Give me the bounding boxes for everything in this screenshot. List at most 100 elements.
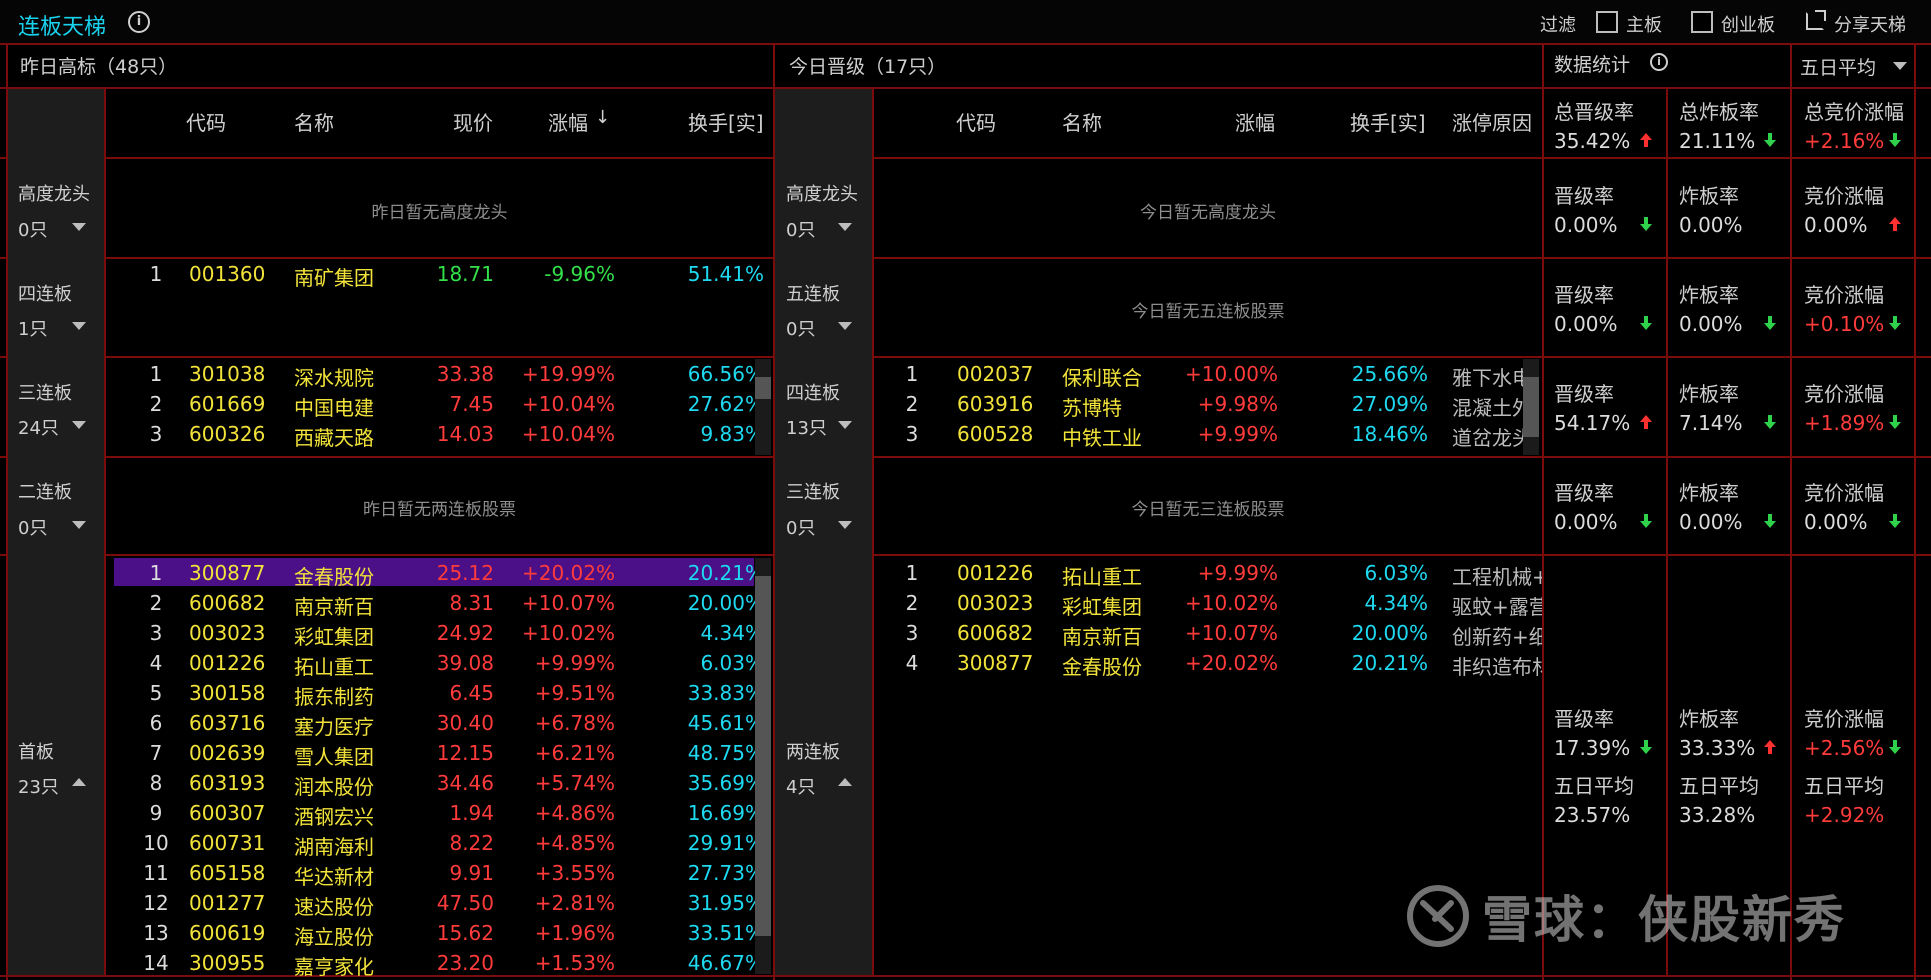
stock-name[interactable]: 苏博特 [1062, 392, 1122, 421]
period-select[interactable]: 五日平均 [1800, 53, 1876, 80]
stock-name[interactable]: 酒钢宏兴 [294, 801, 374, 830]
stock-code[interactable]: 600307 [189, 801, 265, 825]
chevron-down-icon[interactable] [838, 322, 852, 330]
chevron-down-icon[interactable] [838, 521, 852, 529]
period-dropdown-icon[interactable] [1893, 62, 1907, 70]
scrollbar-thumb[interactable] [755, 377, 771, 399]
stock-code[interactable]: 600682 [957, 621, 1033, 645]
stock-code[interactable]: 603716 [189, 711, 265, 735]
stock-name[interactable]: 彩虹集团 [294, 621, 374, 650]
mid-col-reason[interactable]: 涨停原因 [1452, 107, 1532, 136]
info-icon[interactable]: i [128, 11, 150, 33]
arrow-down-icon [1640, 316, 1652, 330]
mid-level-two-count[interactable]: 4只 [786, 773, 815, 799]
sort-down-icon[interactable]: ↓ [595, 107, 610, 128]
mid-level-four-count[interactable]: 13只 [786, 414, 827, 440]
main-board-checkbox[interactable] [1596, 11, 1618, 33]
main-board-label[interactable]: 主板 [1626, 11, 1662, 37]
level-first-count[interactable]: 23只 [18, 773, 59, 799]
col-price[interactable]: 现价 [453, 107, 493, 136]
stock-code[interactable]: 600682 [189, 591, 265, 615]
stock-name[interactable]: 西藏天路 [294, 422, 374, 451]
stock-name[interactable]: 中铁工业 [1062, 422, 1142, 451]
stock-code[interactable]: 002037 [957, 362, 1033, 386]
stock-name[interactable]: 振东制药 [294, 681, 374, 710]
stats-info-icon[interactable]: i [1650, 53, 1668, 71]
stock-code[interactable]: 600731 [189, 831, 265, 855]
chevron-down-icon[interactable] [72, 223, 86, 231]
stock-code[interactable]: 600326 [189, 422, 265, 446]
stock-code[interactable]: 001360 [189, 262, 265, 286]
stock-code[interactable]: 605158 [189, 861, 265, 885]
share-icon[interactable] [1806, 10, 1826, 30]
scrollbar-thumb[interactable] [755, 576, 771, 936]
stock-name[interactable]: 南京新百 [1062, 621, 1142, 650]
mid-level-three-count[interactable]: 0只 [786, 514, 815, 540]
stat-value: +1.89% [1804, 411, 1885, 435]
col-code[interactable]: 代码 [186, 107, 226, 136]
stock-name[interactable]: 拓山重工 [294, 651, 374, 680]
chinext-label[interactable]: 创业板 [1721, 11, 1775, 37]
level-leader-count[interactable]: 0只 [18, 216, 47, 242]
stock-name[interactable]: 彩虹集团 [1062, 591, 1142, 620]
stock-name[interactable]: 金春股份 [1062, 651, 1142, 680]
stock-code[interactable]: 601669 [189, 392, 265, 416]
stock-name[interactable]: 海立股份 [294, 921, 374, 950]
stock-name[interactable]: 中国电建 [294, 392, 374, 421]
stock-name[interactable]: 金春股份 [294, 561, 374, 590]
stock-code[interactable]: 300158 [189, 681, 265, 705]
chevron-down-icon[interactable] [838, 421, 852, 429]
stock-code[interactable]: 002639 [189, 741, 265, 765]
stock-name[interactable]: 速达股份 [294, 891, 374, 920]
row-index: 14 [143, 951, 169, 975]
stock-name[interactable]: 深水规院 [294, 362, 374, 391]
chevron-down-icon[interactable] [72, 421, 86, 429]
stock-code[interactable]: 003023 [189, 621, 265, 645]
mid-col-code[interactable]: 代码 [956, 107, 996, 136]
level-three-count[interactable]: 24只 [18, 414, 59, 440]
stock-code[interactable]: 001226 [957, 561, 1033, 585]
mid-col-name[interactable]: 名称 [1062, 107, 1102, 136]
stock-code[interactable]: 301038 [189, 362, 265, 386]
stock-code[interactable]: 300955 [189, 951, 265, 975]
stock-code[interactable]: 600528 [957, 422, 1033, 446]
stock-name[interactable]: 保利联合 [1062, 362, 1142, 391]
chevron-down-icon[interactable] [72, 521, 86, 529]
stock-name[interactable]: 拓山重工 [1062, 561, 1142, 590]
share-button[interactable]: 分享天梯 [1834, 11, 1906, 37]
mid-level-five-count[interactable]: 0只 [786, 315, 815, 341]
chevron-down-icon[interactable] [72, 322, 86, 330]
scrollbar[interactable] [755, 359, 771, 455]
level-two-count[interactable]: 0只 [18, 514, 47, 540]
stock-name[interactable]: 南京新百 [294, 591, 374, 620]
stock-name[interactable]: 华达新材 [294, 861, 374, 890]
stock-price: 1.94 [449, 801, 494, 825]
chevron-down-icon[interactable] [838, 223, 852, 231]
level-four-count[interactable]: 1只 [18, 315, 47, 341]
stock-code[interactable]: 603916 [957, 392, 1033, 416]
stock-code[interactable]: 001226 [189, 651, 265, 675]
mid-col-change[interactable]: 涨幅 [1235, 107, 1275, 136]
col-name[interactable]: 名称 [294, 107, 334, 136]
stock-code[interactable]: 300877 [189, 561, 265, 585]
stock-name[interactable]: 南矿集团 [294, 262, 374, 291]
chevron-up-icon[interactable] [72, 778, 86, 786]
stock-name[interactable]: 嘉亨家化 [294, 951, 374, 980]
col-change[interactable]: 涨幅 [548, 107, 588, 136]
stock-name[interactable]: 湖南海利 [294, 831, 374, 860]
mid-level-leader-count[interactable]: 0只 [786, 216, 815, 242]
stat-value: 0.00% [1679, 510, 1743, 534]
scrollbar-thumb[interactable] [1523, 377, 1539, 437]
stock-code[interactable]: 300877 [957, 651, 1033, 675]
chinext-checkbox[interactable] [1691, 11, 1713, 33]
chevron-up-icon[interactable] [838, 778, 852, 786]
col-turnover[interactable]: 换手[实] [688, 107, 764, 136]
mid-col-turnover[interactable]: 换手[实] [1350, 107, 1426, 136]
stock-code[interactable]: 003023 [957, 591, 1033, 615]
stock-name[interactable]: 润本股份 [294, 771, 374, 800]
stock-name[interactable]: 雪人集团 [294, 741, 374, 770]
stock-code[interactable]: 001277 [189, 891, 265, 915]
stock-code[interactable]: 600619 [189, 921, 265, 945]
stock-name[interactable]: 塞力医疗 [294, 711, 374, 740]
stock-code[interactable]: 603193 [189, 771, 265, 795]
